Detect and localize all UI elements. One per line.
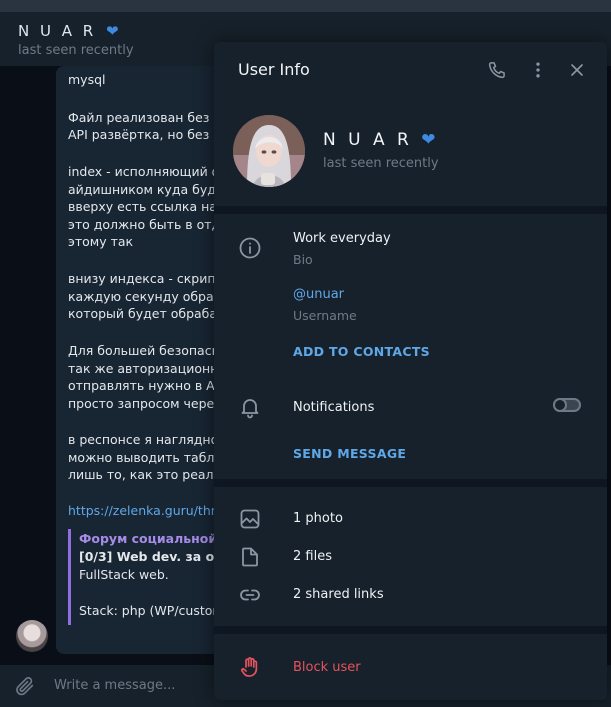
panel-title: User Info [238,60,310,79]
message-line: просто запросом череэ [68,396,222,411]
message-bubble[interactable]: mysql Файл реализован без ро API развёрт… [56,66,236,654]
preview-text: Stack: php (WP/custom [79,603,225,618]
block-hand-icon [241,657,258,677]
chat-title: N U A R ❤ [18,22,119,40]
shared-links-item[interactable]: 2 shared links [293,587,384,602]
message-input[interactable]: Write a message... [54,678,175,693]
add-to-contacts-button[interactable]: ADD TO CONTACTS [293,344,430,359]
profile-name: N U A R ❤ [323,130,436,150]
message-line: каждую секунду обращ [68,289,226,304]
shared-photos-item[interactable]: 1 photo [293,511,343,526]
phone-icon[interactable] [487,60,507,80]
message-line: Для большей безопасн [68,343,220,358]
send-message-button[interactable]: SEND MESSAGE [293,446,406,461]
blue-heart-icon: ❤ [421,130,436,150]
more-vertical-icon[interactable] [528,60,548,80]
message-line: index - исполняющий ф [68,164,223,179]
toggle-knob [553,398,567,412]
message-line: Файл реализован без ро [68,110,229,125]
username-label: Username [293,308,357,323]
info-icon [239,237,261,259]
attach-icon[interactable] [14,675,36,697]
message-line: лишь то, как это реализ [68,467,229,482]
file-icon [242,547,258,567]
link-preview[interactable]: Форум социальной и [0/3] Web dev. за отз… [68,529,236,625]
message-link[interactable]: https://zelenka.guru/thre [68,503,223,518]
username-value[interactable]: @unuar [293,287,344,302]
section-divider [214,479,607,487]
link-icon [240,589,260,601]
message-line: отправлять нужно в АР [68,378,223,393]
preview-site-name: Форум социальной и [79,531,231,546]
section-divider [214,206,607,214]
preview-title: [0/3] Web dev. за отзы [79,549,236,564]
bio-value: Work everyday [293,231,391,246]
section-divider [214,626,607,634]
chat-status: last seen recently [18,43,134,58]
notifications-label: Notifications [293,400,375,415]
user-info-panel: User Info N U A R ❤ last seen recently W… [214,42,607,700]
profile-avatar[interactable] [233,115,305,187]
bell-icon [241,399,259,419]
window-top-strip [0,0,611,12]
message-line: который будет обрабат [68,306,225,321]
message-line: так же авторизационнь [68,361,226,376]
sender-avatar[interactable] [16,620,48,652]
message-line: вверху есть ссылка на с [68,199,228,214]
message-line: API развёртка, но без во [68,127,229,142]
notifications-toggle[interactable] [553,398,581,412]
blue-heart-icon: ❤ [105,22,119,40]
shared-files-item[interactable]: 2 files [293,549,332,564]
message-line: этому так [68,234,134,249]
avatar-image [233,115,305,187]
close-icon[interactable] [567,60,587,80]
message-line: mysql [68,72,106,87]
message-line: можно выводить табли [68,450,223,465]
preview-text: FullStack web. [79,567,169,582]
profile-status: last seen recently [323,156,439,171]
message-line: в респонсе я наглядно т [68,432,230,447]
message-line: внизу индекса - скрипт, [68,271,227,286]
photo-icon [240,509,260,529]
block-user-button[interactable]: Block user [293,660,361,675]
message-line: это должно быть в отде [68,217,228,232]
bio-label: Bio [293,252,313,267]
message-line: айдишником куда буде [68,182,224,197]
